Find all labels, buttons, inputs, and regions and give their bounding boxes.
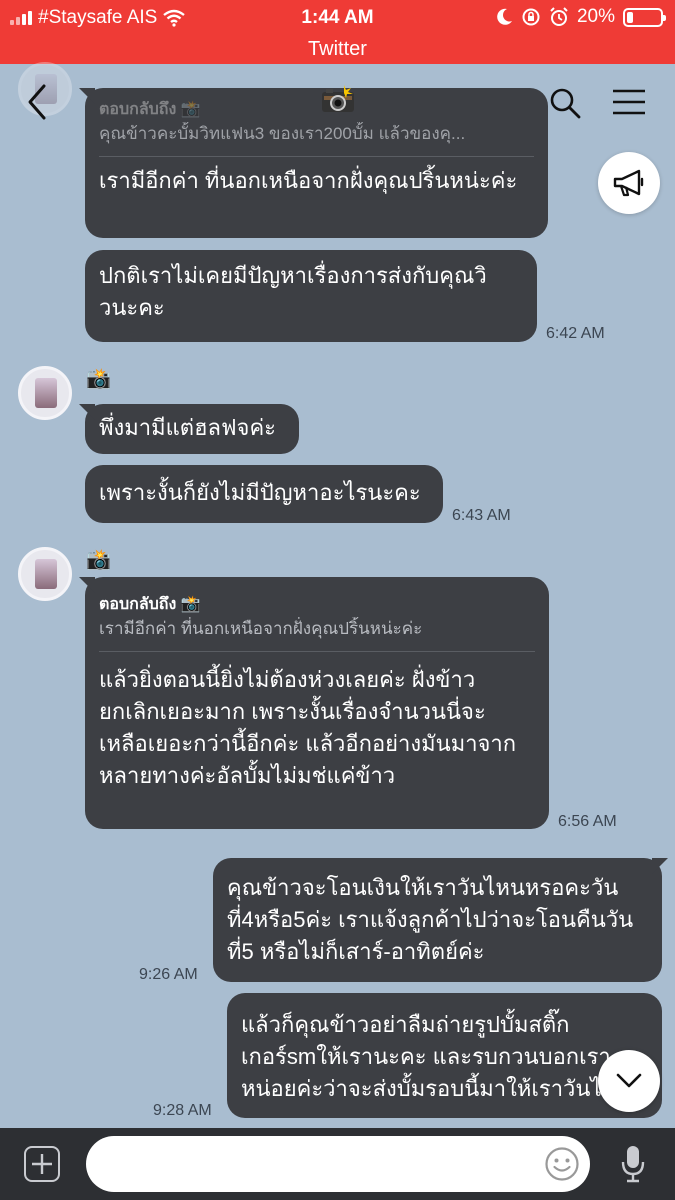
message-text-line: แล้วก็คุณข้าวอย่าลืมถ่ายรูปบั้มสติ๊ก <box>241 1012 570 1037</box>
battery-percent: 20% <box>576 6 615 27</box>
status-bar: #Staysafe AIS 1:44 AM 20% <box>0 0 675 36</box>
message-text-line: วนะคะ <box>99 295 165 320</box>
alarm-icon <box>550 7 568 26</box>
message-text-line: ปกติเราไม่เคยมีปัญหาเรื่องการส่งกับคุณวิ <box>99 263 487 288</box>
message-input[interactable] <box>86 1136 590 1192</box>
message-text-line: เกอร์smให้เรานะคะ และรบกวนบอกเรา <box>241 1044 611 1069</box>
message-bubble[interactable]: เพราะงั้นก็ยังไม่มีปัญหาอะไรนะคะ <box>85 465 443 523</box>
message-text: เพราะงั้นก็ยังไม่มีปัญหาอะไรนะคะ <box>99 480 421 505</box>
message-bubble[interactable]: ปกติเราไม่เคยมีปัญหาเรื่องการส่งกับคุณวิ… <box>85 250 537 342</box>
message-text: เรามีอีกค่า ที่นอกเหนือจากฝั่งคุณปริ้นหน… <box>99 168 518 193</box>
message-text-line: หน่อยค่ะว่าจะส่งบั้มรอบนี้มาให้เราวันไหน <box>241 1076 632 1101</box>
message-text-line: ยกเลิกเยอะมาก เพราะงั้นเรื่องจำนวนนี่จะ <box>99 699 486 724</box>
avatar[interactable] <box>18 547 72 601</box>
chevron-down-icon <box>616 1073 642 1088</box>
message-time: 9:28 AM <box>153 1102 212 1119</box>
message-bubble[interactable]: พึ่งมามีแต่ฮลฟจค่ะ <box>79 404 299 454</box>
menu-button[interactable] <box>612 88 646 116</box>
sender-name: 📸 <box>86 549 111 571</box>
message-bubble[interactable]: คุณข้าวจะโอนเงินให้เราวันไหนหรอคะวัน ที่… <box>213 858 668 982</box>
message-text-line: เหลือเยอะกว่านี้อีกค่ะ แล้วอีกอย่างมันมา… <box>99 731 517 756</box>
message-text-line: ที่5 หรือไม่ก็เสาร์-อาทิตย์ค่ะ <box>227 939 485 964</box>
announcement-button[interactable] <box>598 152 660 214</box>
chat-header <box>0 64 675 140</box>
message-bubble[interactable]: แล้วก็คุณข้าวอย่าลืมถ่ายรูปบั้มสติ๊ก เกอ… <box>227 993 662 1118</box>
emoji-button[interactable] <box>544 1146 580 1182</box>
app-title: Twitter <box>308 38 367 60</box>
message-time: 6:43 AM <box>452 507 511 524</box>
rotation-lock-icon <box>522 8 540 26</box>
message-bubble[interactable]: ตอบกลับถึง 📸 เรามีอีกค่า ที่นอกเหนือจากฝ… <box>79 577 549 829</box>
reply-label: ตอบกลับถึง 📸 <box>99 596 201 613</box>
message-text-line: แล้วยิ่งตอนนี้ยิ่งไม่ต้องห่วงเลยค่ะ ฝั่ง… <box>99 667 476 692</box>
camera-flash-icon <box>321 85 354 112</box>
battery-icon <box>623 7 666 27</box>
scroll-down-button[interactable] <box>598 1050 660 1112</box>
microphone-button[interactable] <box>620 1144 646 1184</box>
message-composer <box>0 1128 675 1200</box>
reply-quote: เรามีอีกค่า ที่นอกเหนือจากฝั่งคุณปริ้นหน… <box>99 619 423 638</box>
search-button[interactable] <box>548 86 582 120</box>
message-text: พึ่งมามีแต่ฮลฟจค่ะ <box>99 415 276 440</box>
message-time: 6:42 AM <box>546 325 605 342</box>
avatar[interactable] <box>18 366 72 420</box>
moon-icon <box>497 8 512 25</box>
plus-icon <box>32 1154 52 1174</box>
message-text-line: คุณข้าวจะโอนเงินให้เราวันไหนหรอคะวัน <box>227 875 619 900</box>
megaphone-icon <box>613 169 644 197</box>
message-text-line: ที่4หรือ5ค่ะ เราแจ้งลูกค้าไปว่าจะโอนคืนว… <box>227 907 634 932</box>
add-attachment-button[interactable] <box>24 1146 60 1182</box>
app-bar: Twitter <box>0 36 675 64</box>
message-time: 9:26 AM <box>139 966 198 983</box>
message-time: 6:56 AM <box>558 813 617 830</box>
sender-name: 📸 <box>86 368 111 390</box>
message-text-line: หลายทางค่ะอัลบั้มไม่มช่แค่ข้าว <box>99 763 396 788</box>
